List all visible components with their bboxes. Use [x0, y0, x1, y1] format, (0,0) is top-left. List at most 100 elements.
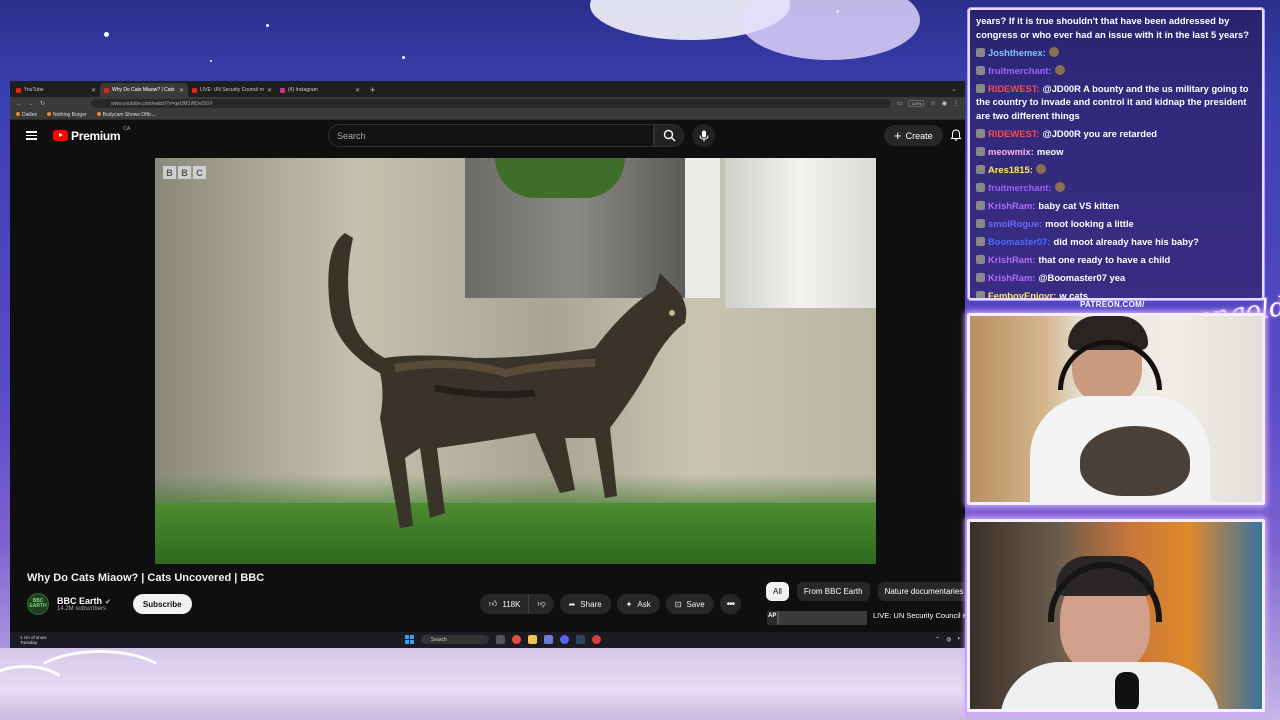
emote-icon	[1054, 64, 1065, 75]
network-icon[interactable]: ◍	[946, 636, 951, 643]
channel-avatar[interactable]: BBC EARTH	[27, 593, 49, 615]
extension-icon[interactable]: ◉	[942, 100, 947, 107]
more-actions-button[interactable]: •••	[719, 594, 742, 614]
back-icon[interactable]: ←	[16, 101, 22, 107]
recommendation-title[interactable]: LIVE: UN Security Council emergency meet…	[873, 611, 965, 625]
chat-username[interactable]: KrishRam:	[988, 272, 1035, 283]
chip-nature-documentaries[interactable]: Nature documentaries	[877, 582, 965, 601]
tab-bar: YouTube ✕ Why Do Cats Miaow? | Cats Unco…	[10, 81, 965, 97]
video-title: Why Do Cats Miaow? | Cats Uncovered | BB…	[27, 572, 265, 584]
chat-username[interactable]: FemboyEnjoyr:	[988, 290, 1056, 298]
cat-image	[328, 233, 687, 528]
save-button[interactable]: ⊡ Save	[665, 594, 714, 614]
user-badge-icon	[976, 290, 985, 298]
background-star	[266, 24, 269, 27]
user-badge-icon	[976, 182, 985, 192]
weather-widget[interactable]: 1 cm of snow Tuesday	[10, 635, 47, 645]
search-input[interactable]: Search	[328, 124, 654, 147]
webcam-feed-guest	[967, 519, 1265, 712]
tab-youtube[interactable]: YouTube ✕	[12, 83, 100, 97]
url-field[interactable]: www.youtube.com/watch?v=qeUM1WDoOGY	[91, 99, 891, 108]
taskbar-search[interactable]: Search	[421, 635, 489, 644]
screen-icon[interactable]: ▭	[897, 100, 903, 107]
volume-icon[interactable]: ◐	[957, 636, 961, 643]
app-icon[interactable]	[544, 635, 553, 644]
chat-username[interactable]: KrishRam:	[988, 254, 1035, 265]
hamburger-menu-icon[interactable]	[26, 131, 37, 140]
microphone-icon	[699, 130, 708, 141]
chat-username[interactable]: RIDEWEST:	[988, 128, 1040, 139]
bookmark-item[interactable]: Nothing Burger	[47, 112, 87, 118]
reload-icon[interactable]: ↻	[40, 100, 45, 107]
video-player[interactable]: B B C	[155, 158, 876, 564]
video-actions: 👍︎ 118K 👎︎ ➦ Share ✦ Ask ⊡ Save •••	[480, 594, 742, 614]
user-badge-icon	[976, 146, 985, 156]
close-icon[interactable]: ✕	[91, 87, 96, 94]
task-view-icon[interactable]	[496, 635, 505, 644]
zoom-level[interactable]: 110%	[908, 100, 925, 107]
chat-username[interactable]: Ares1815:	[988, 164, 1033, 175]
close-icon[interactable]: ✕	[355, 87, 360, 94]
tab-instagram[interactable]: (4) Instagram ✕	[276, 83, 364, 97]
bell-icon[interactable]	[950, 129, 962, 141]
emote-icon	[1035, 163, 1046, 174]
ask-button[interactable]: ✦ Ask	[616, 594, 660, 614]
discord-icon[interactable]	[560, 635, 569, 644]
user-badge-icon	[976, 254, 985, 264]
forward-icon[interactable]: →	[28, 101, 34, 107]
chrome-icon[interactable]	[512, 635, 521, 644]
chat-message: KrishRam: @Boomaster07 yea	[976, 268, 1256, 286]
instagram-favicon-icon	[280, 87, 285, 93]
chat-message: years? If it is true shouldn't that have…	[976, 12, 1256, 43]
bookmark-item[interactable]: Dailies	[16, 112, 37, 118]
channel-name-row[interactable]: BBC Earth ✔	[57, 596, 111, 606]
dislike-button[interactable]: 👎︎	[529, 594, 554, 614]
chat-username[interactable]: RIDEWEST:	[988, 83, 1040, 94]
chat-message: Ares1815:	[976, 160, 1256, 178]
chat-username[interactable]: fruitmerchant:	[988, 182, 1052, 193]
chevron-down-icon[interactable]: ⌄	[943, 83, 965, 97]
bookmark-item[interactable]: Bodycam Shows Offic...	[97, 112, 156, 118]
file-explorer-icon[interactable]	[528, 635, 537, 644]
subscribe-button[interactable]: Subscribe	[132, 594, 192, 614]
watermark-letter: C	[193, 166, 206, 179]
chevron-up-icon[interactable]: ⌃	[935, 636, 940, 643]
star-icon[interactable]: ☆	[930, 100, 935, 107]
chat-username[interactable]: smolRogue:	[988, 218, 1042, 229]
new-tab-button[interactable]: +	[364, 83, 381, 97]
youtube-logo[interactable]: Premium CA	[53, 126, 130, 143]
steam-icon[interactable]	[576, 635, 585, 644]
tab-un-live[interactable]: LIVE: UN Security Council meeting ✕	[188, 83, 276, 97]
search-button[interactable]	[654, 124, 684, 147]
windows-start-icon[interactable]	[405, 635, 414, 644]
stream-chat: years? If it is true shouldn't that have…	[968, 8, 1264, 300]
voice-search-button[interactable]	[692, 124, 715, 147]
share-button[interactable]: ➦ Share	[559, 594, 611, 614]
close-icon[interactable]: ✕	[179, 87, 184, 94]
chat-message: FemboyEnjoyr: w cats	[976, 286, 1256, 298]
chip-all[interactable]: All	[766, 582, 789, 601]
chat-message: Boomaster07: did moot already have his ba…	[976, 232, 1256, 250]
chat-username[interactable]: fruitmerchant:	[988, 65, 1052, 76]
create-button[interactable]: + Create	[884, 125, 943, 146]
like-button[interactable]: 👍︎ 118K	[480, 594, 530, 614]
channel-name[interactable]: BBC Earth	[57, 596, 102, 606]
chat-message: RIDEWEST: @JD00R you are retarded	[976, 124, 1256, 142]
close-icon[interactable]: ✕	[267, 87, 272, 94]
menu-icon[interactable]: ⋮	[953, 100, 959, 107]
app-icon[interactable]	[592, 635, 601, 644]
tab-cats-video[interactable]: Why Do Cats Miaow? | Cats Uncovered | BB…	[100, 83, 188, 97]
recommendation-item[interactable]: LIVE: UN Security Council emergency meet…	[767, 611, 965, 625]
chat-username[interactable]: meowmix:	[988, 146, 1034, 157]
chat-username[interactable]: Joshthemex:	[988, 47, 1046, 58]
youtube-play-icon	[53, 130, 68, 141]
address-bar-icons: ▭ 110% ☆ ◉ ⋮	[897, 100, 959, 107]
chip-from-bbc-earth[interactable]: From BBC Earth	[796, 582, 870, 601]
user-badge-icon	[976, 128, 985, 138]
chat-username[interactable]: KrishRam:	[988, 200, 1035, 211]
chat-username[interactable]: Boomaster07:	[988, 236, 1051, 247]
background-star	[402, 56, 405, 59]
user-badge-icon	[976, 218, 985, 228]
recommendation-thumbnail[interactable]	[767, 611, 867, 625]
system-tray: ⌃ ◍ ◐	[935, 636, 961, 643]
